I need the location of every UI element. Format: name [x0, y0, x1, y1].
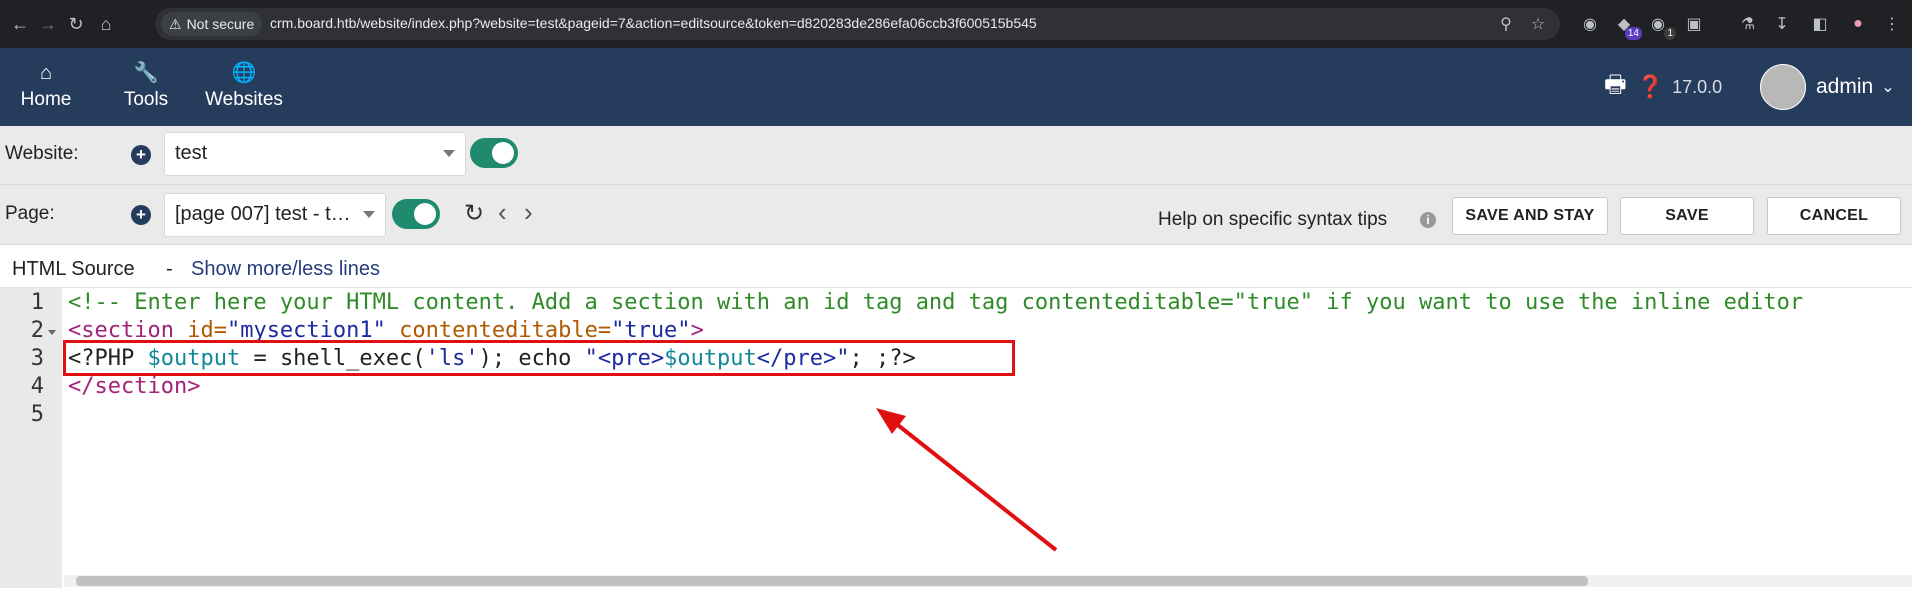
reload-icon[interactable]: ↻: [62, 10, 90, 38]
home-browser-icon[interactable]: ⌂: [92, 10, 120, 38]
nav-websites[interactable]: 🌐 Websites: [196, 48, 292, 126]
code-line-1: <!-- Enter here your HTML content. Add a…: [68, 290, 1804, 315]
website-select[interactable]: test: [164, 132, 466, 176]
page-label: Page:: [5, 203, 55, 224]
extension-badge: 14: [1624, 27, 1642, 40]
page-status-toggle[interactable]: [392, 199, 440, 229]
highlight-annotation-box: [63, 340, 1015, 376]
user-name: admin: [1816, 75, 1874, 98]
cookie-editor-icon[interactable]: ◉ 1: [1646, 12, 1676, 40]
page-select-value: [page 007] test - t…: [175, 203, 351, 225]
user-menu[interactable]: admin ⌄: [1760, 48, 1895, 126]
line-number: 5: [30, 402, 44, 427]
source-title: HTML Source: [12, 258, 135, 280]
line-number: 2: [30, 318, 44, 343]
cookie-extension-icon[interactable]: ◉: [1578, 12, 1602, 36]
url-text[interactable]: crm.board.htb/website/index.php?website=…: [270, 15, 1037, 31]
extension-badge: 1: [1664, 27, 1676, 40]
annotation-arrow-icon: [876, 408, 1058, 552]
home-icon: ⌂: [39, 62, 53, 84]
previous-page-icon[interactable]: ‹: [498, 197, 507, 228]
puzzle-icon[interactable]: ▣: [1682, 12, 1706, 36]
nav-home[interactable]: ⌂ Home: [0, 48, 92, 126]
website-select-value: test: [175, 142, 208, 164]
warning-icon: ⚠: [169, 15, 182, 32]
forward-icon[interactable]: →: [34, 10, 62, 38]
side-panel-icon[interactable]: ◧: [1808, 12, 1832, 36]
toggle-knob: [492, 142, 514, 164]
info-icon[interactable]: i: [1420, 212, 1436, 228]
next-page-icon[interactable]: ›: [524, 197, 533, 228]
browser-menu-icon[interactable]: ⋮: [1880, 12, 1904, 36]
nav-tools-label: Tools: [123, 89, 169, 110]
nav-tools[interactable]: 🔧 Tools: [106, 48, 186, 126]
save-button[interactable]: SAVE: [1620, 197, 1754, 235]
page-select[interactable]: [page 007] test - t…: [164, 193, 386, 237]
flask-icon[interactable]: ⚗: [1736, 12, 1760, 36]
address-bar[interactable]: ⚠ Not secure crm.board.htb/website/index…: [155, 8, 1560, 40]
download-icon[interactable]: ↧: [1770, 12, 1794, 36]
nav-websites-label: Websites: [205, 89, 283, 110]
bookmark-star-icon[interactable]: ☆: [1527, 13, 1549, 35]
toggle-knob: [414, 203, 436, 225]
page-row: Page: + [page 007] test - t… ↻ ‹ › Help …: [0, 185, 1912, 245]
line-gutter: 1 2 3 4 5: [0, 288, 62, 588]
website-label: Website:: [5, 143, 79, 164]
security-label: Not secure: [186, 16, 255, 32]
line-number: 1: [30, 290, 44, 315]
line-number: 4: [30, 374, 44, 399]
top-right-tools: 🖶 ❓ 17.0.0: [1604, 48, 1722, 126]
horizontal-scrollbar[interactable]: [64, 575, 1912, 587]
dropdown-caret-icon: [363, 211, 375, 218]
browser-toolbar: ← → ↻ ⌂ ⚠ Not secure crm.board.htb/websi…: [0, 0, 1912, 48]
website-row: Website: + test: [0, 126, 1912, 185]
save-and-stay-button[interactable]: SAVE AND STAY: [1452, 197, 1608, 235]
avatar: [1760, 64, 1806, 110]
dropdown-caret-icon: [443, 150, 455, 157]
syntax-help-text: Help on specific syntax tips: [1158, 209, 1388, 230]
help-icon[interactable]: ❓: [1637, 74, 1664, 100]
code-line-4: </section>: [68, 374, 201, 399]
zoom-icon[interactable]: ⚲: [1495, 13, 1517, 35]
source-separator: -: [166, 258, 173, 280]
profile-avatar-icon[interactable]: ●: [1846, 12, 1870, 36]
add-page-icon[interactable]: +: [131, 205, 151, 225]
source-header: HTML Source - Show more/less lines: [0, 245, 1912, 285]
fold-arrow-icon[interactable]: [48, 330, 56, 335]
website-status-toggle[interactable]: [470, 138, 518, 168]
refresh-icon[interactable]: ↻: [464, 199, 484, 228]
nav-home-label: Home: [20, 89, 72, 110]
globe-icon: 🌐: [231, 62, 257, 84]
top-navigation: ⌂ Home 🔧 Tools 🌐 Websites 🖶 ❓ 17.0.0 adm…: [0, 48, 1912, 126]
printer-icon[interactable]: 🖶: [1604, 67, 1627, 108]
wrench-icon: 🔧: [133, 62, 159, 84]
back-icon[interactable]: ←: [6, 10, 34, 38]
add-website-icon[interactable]: +: [131, 145, 151, 165]
extension-icon[interactable]: ◆ 14: [1612, 12, 1642, 40]
chevron-down-icon: ⌄: [1881, 79, 1895, 96]
line-number: 3: [30, 346, 44, 371]
security-chip[interactable]: ⚠ Not secure: [161, 12, 263, 36]
show-more-less-link[interactable]: Show more/less lines: [191, 258, 380, 281]
version-label: 17.0.0: [1672, 76, 1723, 97]
cancel-button[interactable]: CANCEL: [1767, 197, 1901, 235]
scrollbar-thumb[interactable]: [76, 576, 1588, 586]
